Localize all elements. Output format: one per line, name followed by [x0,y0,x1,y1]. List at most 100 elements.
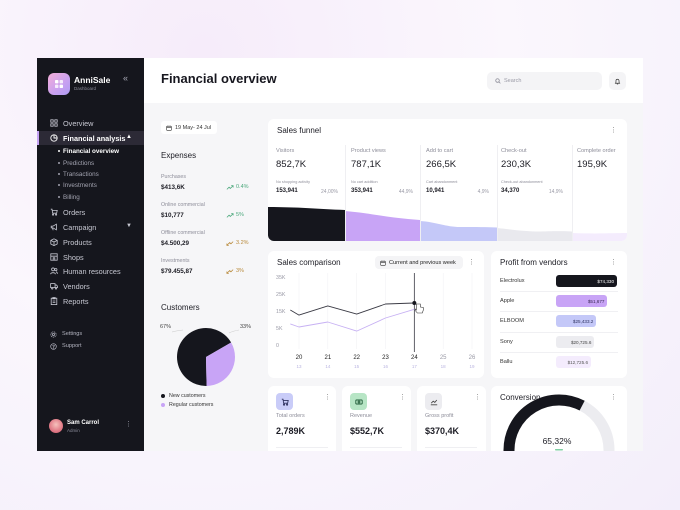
sidebar-item-label: Human resources [63,266,121,276]
sidebar-item-label: Products [63,237,92,247]
trend-up-icon [226,184,234,190]
kebab-menu-icon[interactable]: ⋮ [610,258,617,266]
kpi-label: Gross profit [425,413,454,419]
sidebar-item-human-resources[interactable]: Human resources [37,264,144,278]
cursor-hand-icon [414,303,424,314]
sidebar-subitem-predictions[interactable]: Predictions [58,158,94,169]
x-secondary-tick-label: 14 [325,364,331,369]
search-input[interactable] [504,78,594,84]
cart-icon [50,208,58,216]
sidebar-subitem-investments[interactable]: Investments [58,180,97,191]
expense-value: $10,777 [161,212,184,219]
vendor-name: Electrolux [500,278,525,284]
sidebar-subitem-label: Transactions [63,170,99,178]
notifications-button[interactable] [609,72,626,90]
sidebar-item-financial-analysis[interactable]: Financial analysis ▲ [37,131,144,145]
vendor-bar[interactable]: $51,677 [556,295,608,307]
sidebar-item-vendors[interactable]: Vendors [37,279,144,293]
clipboard-icon [50,297,58,305]
row-divider [500,332,618,333]
stage-label: Check-out [501,148,527,154]
sidebar-item-overview[interactable]: Overview [37,116,144,130]
page-title: Financial overview [161,71,277,86]
expense-change-value: 3.2% [236,240,249,246]
sidebar-item-products[interactable]: Products [37,235,144,249]
date-range-label: 19 May- 24 Jul [175,124,212,131]
x-tick-label: 24 [411,355,418,361]
stage-sub-label: No cart addition [351,180,378,184]
x-tick-label: 25 [440,355,447,361]
collapse-sidebar-icon[interactable]: « [123,73,128,83]
x-tick-label: 22 [353,355,360,361]
vendor-name: ELBOOM [500,318,524,324]
vendor-bar[interactable]: $25,433.2 [556,315,597,327]
funnel-stage-product-views: Product views 787,1K No cart addition 35… [351,119,413,241]
y-tick-label: 5K [276,326,283,332]
app-subtitle: Dashboard [74,86,97,91]
kpi-icon-badge [350,393,367,410]
row-divider [500,352,618,353]
legend-swatch [161,394,165,398]
sidebar-subitem-transactions[interactable]: Transactions [58,169,99,180]
expense-value: $79.455,87 [161,268,193,275]
chevron-down-icon[interactable]: ▼ [126,223,132,229]
pie-leader-line [171,329,184,333]
kebab-menu-icon[interactable]: ⋮ [474,393,481,401]
kebab-menu-icon[interactable]: ⋮ [324,393,331,401]
sidebar-subitem-label: Financial overview [63,147,119,155]
stage-sub-value: 10,941 [426,188,445,194]
expense-change-value: 3% [236,268,244,274]
sidebar-item-label: Settings [62,331,83,337]
column-divider [420,145,421,241]
chevron-up-icon[interactable]: ▲ [126,134,132,140]
sidebar-item-orders[interactable]: Orders [37,205,144,219]
sidebar-item-campaign[interactable]: Campaign ▼ [37,220,144,234]
y-tick-label: 0 [276,343,279,349]
stage-sub-label: Cart abandonment [426,180,458,184]
x-tick-label: 26 [469,355,476,361]
legend-label: New customers [169,393,206,399]
bullet-icon [58,184,60,186]
calendar-icon [166,125,172,131]
grid-icon [50,119,58,127]
app-window: AnniSale Dashboard « Overview Financial … [37,58,643,451]
user-name: Sam Carrol [67,420,100,426]
stage-value: 787,1K [351,159,382,170]
kebab-menu-icon[interactable]: ⋮ [399,393,406,401]
user-avatar[interactable] [49,419,63,433]
sales-line-chart[interactable]: 0 5K 15K 25K 35K 20 13 21 14 22 15 23 16 24 17 25 18 26 19 [268,251,484,378]
legend-swatch [161,403,165,407]
vendor-bar[interactable]: $20,725.6 [556,336,595,348]
kpi-icon-badge [276,393,293,410]
y-tick-label: 25K [276,292,286,298]
date-range-picker[interactable]: 19 May- 24 Jul [161,121,217,134]
vendor-bar[interactable]: $12,725.6 [556,356,591,368]
app-logo[interactable] [48,73,70,95]
sidebar-subitem-billing[interactable]: Billing [58,192,80,203]
pie-label-regular: 33% [240,324,252,330]
sidebar-item-settings[interactable]: Settings [37,329,144,340]
pie-chart-icon [50,134,58,142]
x-tick-label: 23 [382,355,389,361]
sidebar-item-support[interactable]: Support [37,341,144,352]
sidebar-item-shops[interactable]: Shops [37,250,144,264]
stage-value: 852,7K [276,159,307,170]
sidebar-item-reports[interactable]: Reports [37,294,144,308]
trend-down-icon [226,268,234,274]
search-box[interactable] [487,72,602,90]
stage-sub-value: 34,370 [501,188,520,194]
user-menu-kebab-icon[interactable]: ⋮ [125,420,132,428]
funnel-stage-visitors: Visitors 852,7K No shopping activity 153… [276,119,338,241]
conversion-change-indicator [555,449,563,451]
customers-title: Customers [161,303,200,312]
vendor-bar[interactable]: $74,330 [556,275,617,287]
cart-icon [281,398,289,406]
trend-down-icon [226,240,234,246]
expenses-title: Expenses [161,151,197,160]
vendor-name: Apple [500,298,515,304]
highlight-point[interactable] [412,301,417,306]
expense-label: Purchases [161,174,187,180]
bullet-icon [58,196,60,198]
users-icon [50,267,58,275]
sidebar-subitem-financial-overview[interactable]: Financial overview [58,146,119,157]
